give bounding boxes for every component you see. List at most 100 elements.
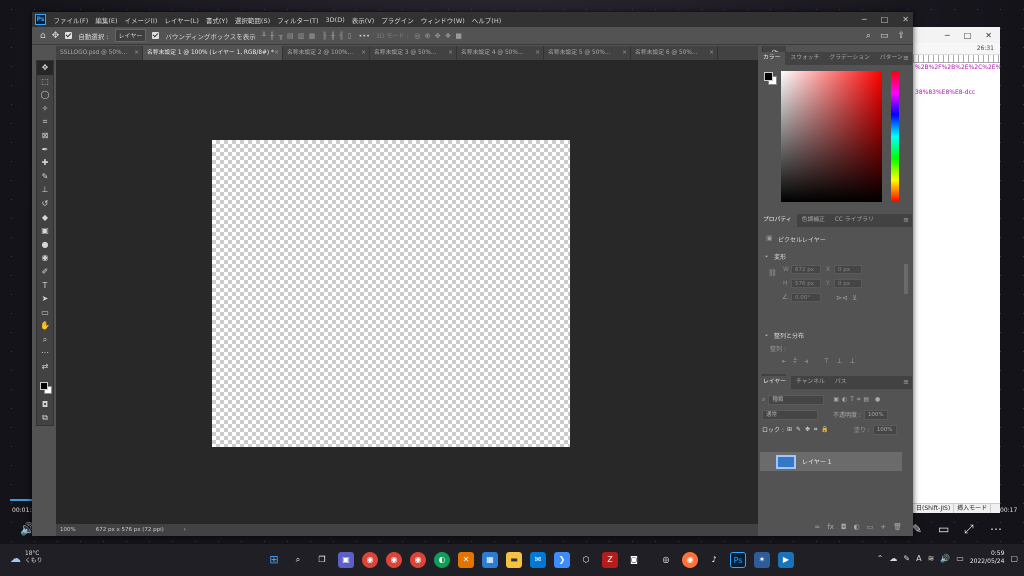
menu-file[interactable]: ファイル(F) [50, 15, 92, 25]
adjustment-layer-icon[interactable]: ◐ [854, 523, 860, 534]
menu-3d[interactable]: 3D(D) [322, 16, 348, 24]
rectangle-tool-icon[interactable]: ▭ [37, 306, 53, 320]
flip-horizontal-icon[interactable]: ⊳⊲ [836, 294, 848, 302]
layer-filter-dropdown[interactable]: 種類 [768, 394, 825, 405]
xampp-icon[interactable]: ✕ [458, 552, 474, 568]
link-layers-icon[interactable]: ∞ [815, 523, 821, 534]
tab-cc-libraries[interactable]: CC ライブラリ [830, 214, 879, 227]
chrome-icon[interactable]: ◉ [410, 552, 426, 568]
speaker-icon[interactable]: 🔊 [940, 554, 950, 563]
maximize-icon[interactable]: □ [964, 31, 972, 40]
gradient-tool-icon[interactable]: ▣ [37, 224, 53, 238]
camera-icon[interactable]: ◙ [626, 552, 642, 568]
store-icon[interactable]: ▦ [482, 552, 498, 568]
weather-widget[interactable]: ☁ 18°C くもり [10, 551, 42, 565]
foreground-color-chip[interactable] [764, 72, 773, 81]
edit-pen-icon[interactable]: ✎ [912, 522, 922, 536]
share-icon[interactable]: ⇪ [897, 31, 905, 41]
x-field[interactable]: 0 px [834, 265, 862, 274]
media-progress-bar[interactable] [10, 499, 32, 501]
filezilla-icon[interactable]: Z [602, 552, 618, 568]
tab-gradients[interactable]: グラデーション [824, 52, 874, 65]
add-mask-icon[interactable]: ◘ [841, 523, 847, 534]
hue-slider[interactable] [891, 71, 899, 202]
ime-indicator[interactable]: A [916, 554, 921, 563]
delete-layer-icon[interactable]: 🗑 [893, 523, 902, 534]
panel-menu-icon[interactable]: ≡ [903, 214, 909, 227]
start-icon[interactable]: ⊞ [266, 552, 282, 568]
filter-toggle-icon[interactable]: ● [875, 396, 880, 403]
foreground-color-swatch[interactable] [40, 382, 48, 390]
blur-tool-icon[interactable]: ● [37, 238, 53, 252]
search-icon[interactable]: ⌕ [290, 552, 306, 568]
workspace-icon[interactable]: ▭ [880, 31, 889, 41]
close-icon[interactable]: × [134, 46, 139, 60]
tab-layers[interactable]: レイヤー [758, 376, 792, 389]
swap-colors-icon[interactable]: ⇄ [37, 360, 53, 374]
minimize-button[interactable]: ─ [862, 15, 867, 24]
align-middle-icon[interactable]: ⊥ [836, 357, 842, 366]
chat-icon[interactable]: ▣ [338, 552, 354, 568]
bounding-box-checkbox[interactable] [152, 32, 160, 39]
canvas-area[interactable] [56, 60, 758, 524]
search-icon[interactable]: ⌕ [866, 31, 871, 41]
chevron-up-icon[interactable]: ⌃ [877, 554, 884, 563]
tab-properties[interactable]: プロパティ [758, 214, 797, 227]
dodge-tool-icon[interactable]: ◉ [37, 251, 53, 265]
height-field[interactable]: 576 px [791, 279, 821, 288]
battery-icon[interactable]: ▭ [956, 554, 964, 563]
notepad-line[interactable]: %2B%2F%2B%2E%2C%2E%21 [913, 63, 1000, 72]
github-icon[interactable]: ◎ [658, 552, 674, 568]
move-tool-preset-icon[interactable]: ✥ [52, 31, 60, 41]
clone-stamp-tool-icon[interactable]: ⊥ [37, 183, 53, 197]
vscode-icon[interactable]: ❯ [554, 552, 570, 568]
tab-paths[interactable]: パス [830, 376, 852, 389]
menu-view[interactable]: 表示(V) [348, 15, 378, 25]
doc-tab[interactable]: 名称未設定 4 @ 50%... × [457, 46, 544, 60]
notification-icon[interactable]: ▢ [1010, 554, 1018, 563]
auto-select-checkbox[interactable] [65, 32, 73, 39]
close-icon[interactable]: ✕ [985, 31, 992, 40]
tab-adjustments[interactable]: 色調補正 [797, 214, 830, 227]
pen-icon[interactable]: ✎ [903, 554, 910, 563]
close-icon[interactable]: × [535, 46, 540, 60]
properties-scrollbar[interactable] [904, 264, 908, 294]
fill-field[interactable]: 100% [872, 424, 897, 435]
layer-name[interactable]: レイヤー 1 [802, 457, 832, 466]
menu-type[interactable]: 書式(Y) [202, 15, 231, 25]
mail-icon[interactable]: ✉ [530, 552, 546, 568]
close-icon[interactable]: × [448, 46, 453, 60]
layer-row[interactable]: レイヤー 1 [760, 452, 902, 471]
clock[interactable]: 0:59 2022/05/24 [970, 550, 1005, 566]
task-view-icon[interactable]: ❐ [314, 552, 330, 568]
doc-tab[interactable]: SSLLOGO.psd @ 50%... × [56, 46, 143, 60]
tab-channels[interactable]: チャンネル [791, 376, 830, 389]
expand-icon[interactable]: ⤢ [964, 522, 974, 537]
folder-icon[interactable]: ▬ [506, 552, 522, 568]
zoom-level[interactable]: 100% [60, 527, 76, 533]
panel-menu-icon[interactable]: ≡ [903, 52, 909, 65]
tab-color[interactable]: カラー [758, 52, 786, 65]
more-options-button[interactable]: ••• [359, 32, 371, 40]
move-tool-icon[interactable]: ✥ [37, 61, 53, 75]
transparent-canvas[interactable] [212, 140, 570, 447]
panel-menu-icon[interactable]: ≡ [903, 376, 909, 389]
distribute-buttons-icon[interactable]: ╟ ╫ ╢ ▯ [322, 32, 352, 40]
hand-tool-icon[interactable]: ✋ [37, 319, 53, 333]
new-group-icon[interactable]: ▭ [867, 523, 874, 534]
layer-style-icon[interactable]: fx [827, 523, 834, 534]
align-collapse-icon[interactable]: ⌄ [764, 331, 769, 338]
quick-mask-icon[interactable]: ◘ [37, 398, 53, 412]
new-layer-icon[interactable]: + [880, 523, 886, 534]
frame-tool-icon[interactable]: ⊠ [37, 129, 53, 143]
flip-vertical-icon[interactable]: ⊻ [852, 294, 857, 302]
layer-filter-icons[interactable]: ▣◐T⌗▤ [833, 396, 872, 404]
menu-edit[interactable]: 編集(E) [92, 15, 121, 25]
path-select-tool-icon[interactable]: ➤ [37, 292, 53, 306]
menu-window[interactable]: ウィンドウ(W) [417, 15, 468, 25]
doc-tab[interactable]: 名称未設定 5 @ 50%... × [544, 46, 631, 60]
eraser-tool-icon[interactable]: ◆ [37, 211, 53, 225]
width-field[interactable]: 672 px [791, 265, 821, 274]
home-icon[interactable]: ⌂ [40, 31, 46, 41]
close-icon[interactable]: × [274, 46, 279, 60]
